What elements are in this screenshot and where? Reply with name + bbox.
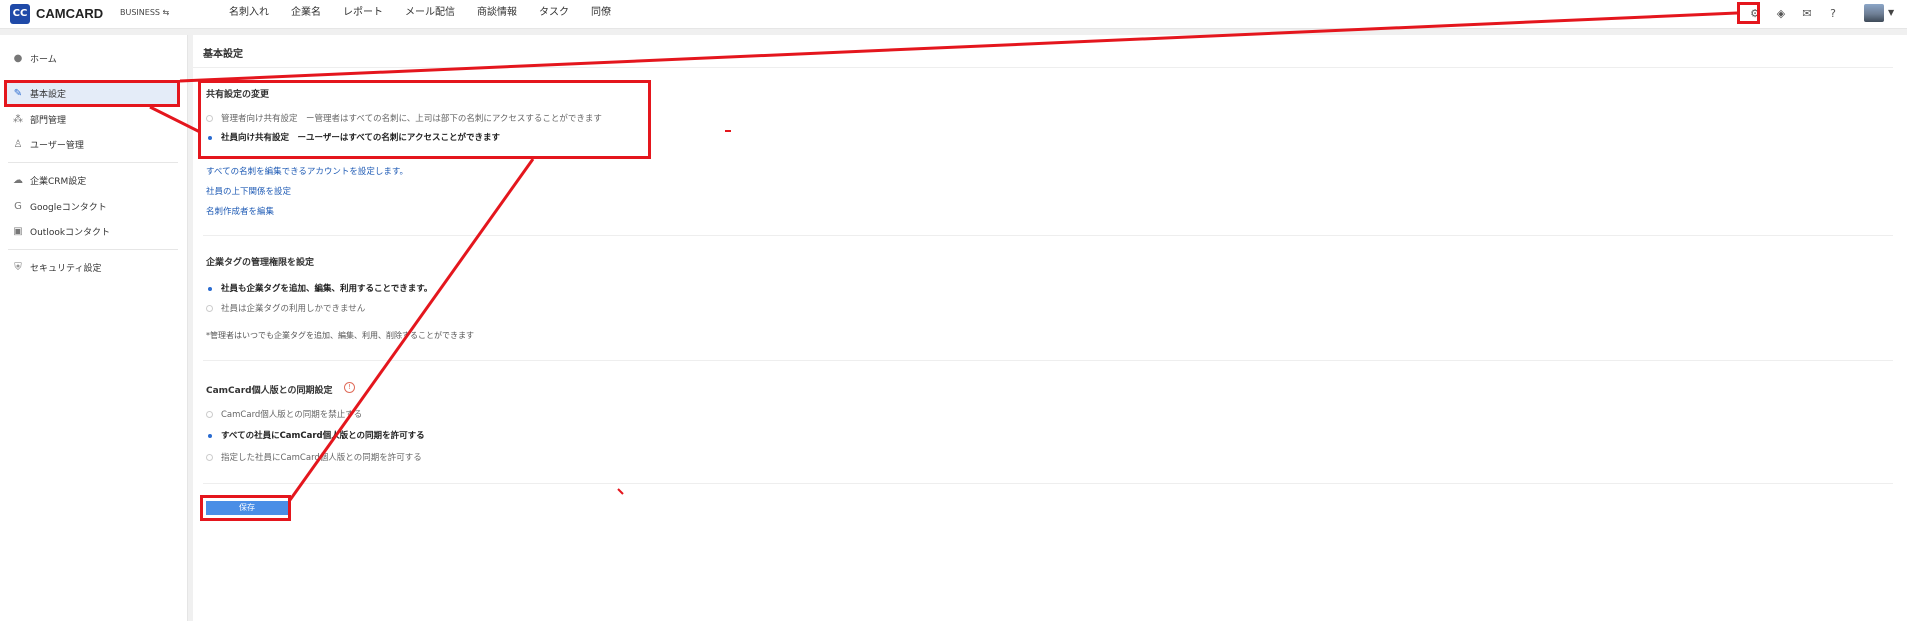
- nav-reports[interactable]: レポート: [332, 0, 394, 28]
- page-title: 基本設定: [203, 49, 243, 60]
- sidebar: ● ホーム ✎ 基本設定 ⁂ 部門管理 ♙ ユーザー管理 ☁ 企業CRM設定 G…: [0, 35, 188, 621]
- radio-sync-some[interactable]: 指定した社員にCamCard個人版との同期を許可する: [206, 451, 422, 463]
- radio-button[interactable]: [206, 453, 213, 461]
- wrench-icon: ✎: [13, 87, 23, 99]
- sidebar-item-label: 企業CRM設定: [30, 176, 87, 187]
- sidebar-item-security[interactable]: ⛨ セキュリティ設定: [0, 256, 187, 278]
- sidebar-item-home[interactable]: ● ホーム: [0, 47, 187, 69]
- main-nav: 名刺入れ 企業名 レポート メール配信 商談情報 タスク 同僚: [218, 0, 622, 28]
- user-avatar[interactable]: [1864, 4, 1884, 22]
- tags-note: *管理者はいつでも企業タグを追加、編集、利用、削除することができます: [206, 331, 474, 340]
- sidebar-divider: [8, 162, 178, 163]
- radio-label: 社員向け共有設定 ーユーザーはすべての名刺にアクセスことができます: [221, 133, 500, 143]
- info-icon[interactable]: !: [344, 382, 355, 393]
- sidebar-item-outlook[interactable]: ▣ Outlookコンタクト: [0, 220, 187, 242]
- radio-button[interactable]: [206, 284, 213, 292]
- google-icon: G: [14, 200, 22, 212]
- sync-section-title: CamCard個人版との同期設定: [206, 386, 333, 396]
- divider: [203, 235, 1893, 236]
- sidebar-divider: [8, 249, 178, 250]
- main-panel: 基本設定 共有設定の変更 管理者向け共有設定 ー管理者はすべての名刺に、上司は部…: [193, 35, 1907, 621]
- sidebar-item-basic-settings[interactable]: ✎ 基本設定: [4, 82, 180, 104]
- app-name[interactable]: CAMCARD: [36, 6, 103, 21]
- radio-button[interactable]: [206, 304, 213, 312]
- shield-icon: ⛨: [14, 261, 22, 273]
- sidebar-item-label: Outlookコンタクト: [30, 227, 111, 238]
- edition-switch[interactable]: BUSINESS ⇆: [120, 8, 169, 17]
- camcard-logo-icon[interactable]: CC: [10, 4, 30, 24]
- nav-cards[interactable]: 名刺入れ: [218, 0, 280, 28]
- user-icon: ♙: [13, 138, 23, 150]
- top-bar: CC CAMCARD BUSINESS ⇆ 名刺入れ 企業名 レポート メール配…: [0, 0, 1907, 29]
- sidebar-item-label: 部門管理: [30, 115, 67, 126]
- radio-button[interactable]: [206, 431, 213, 439]
- sidebar-item-users[interactable]: ♙ ユーザー管理: [0, 133, 187, 155]
- nav-tasks[interactable]: タスク: [528, 0, 580, 28]
- link-hierarchy[interactable]: 社員の上下関係を設定: [206, 185, 291, 197]
- sidebar-item-google[interactable]: G Googleコンタクト: [0, 195, 187, 217]
- chevron-down-icon[interactable]: ▼: [1888, 8, 1894, 17]
- link-card-creator[interactable]: 名刺作成者を編集: [206, 205, 274, 217]
- sidebar-item-label: セキュリティ設定: [30, 263, 102, 274]
- sidebar-item-label: ユーザー管理: [30, 140, 84, 151]
- nav-companies[interactable]: 企業名: [280, 0, 332, 28]
- cloud-icon: ☁: [13, 174, 23, 186]
- nav-colleagues[interactable]: 同僚: [580, 0, 622, 28]
- help-icon[interactable]: ?: [1825, 5, 1841, 21]
- radio-label: 社員も企業タグを追加、編集、利用することできます。: [221, 284, 433, 294]
- sidebar-item-departments[interactable]: ⁂ 部門管理: [0, 108, 187, 130]
- radio-employee-sharing[interactable]: 社員向け共有設定 ーユーザーはすべての名刺にアクセスことができます: [206, 131, 500, 143]
- sidebar-item-label: ホーム: [30, 54, 57, 65]
- outlook-icon: ▣: [13, 225, 23, 237]
- radio-button[interactable]: [206, 114, 213, 122]
- radio-label: 指定した社員にCamCard個人版との同期を許可する: [221, 453, 422, 463]
- settings-gear-icon[interactable]: ⚙: [1747, 5, 1763, 21]
- radio-button[interactable]: [206, 410, 213, 418]
- radio-label: 社員は企業タグの利用しかできません: [221, 304, 366, 314]
- nav-deals[interactable]: 商談情報: [466, 0, 528, 28]
- radio-label: CamCard個人版との同期を禁止する: [221, 410, 363, 420]
- radio-tags-deny[interactable]: 社員は企業タグの利用しかできません: [206, 302, 365, 314]
- radio-label: 管理者向け共有設定 ー管理者はすべての名刺に、上司は部下の名刺にアクセスすること…: [221, 114, 602, 124]
- tags-section-title: 企業タグの管理権限を設定: [206, 258, 315, 268]
- radio-button[interactable]: [206, 133, 213, 141]
- divider: [203, 483, 1893, 484]
- radio-sync-forbid[interactable]: CamCard個人版との同期を禁止する: [206, 408, 362, 420]
- divider: [203, 360, 1893, 361]
- info-icon: ●: [13, 52, 23, 64]
- layers-icon[interactable]: ◈: [1773, 5, 1789, 21]
- divider: [193, 67, 1893, 68]
- notification-icon[interactable]: ✉: [1799, 5, 1815, 21]
- radio-admin-sharing[interactable]: 管理者向け共有設定 ー管理者はすべての名刺に、上司は部下の名刺にアクセスすること…: [206, 112, 602, 124]
- radio-sync-all[interactable]: すべての社員にCamCard個人版との同期を許可する: [206, 429, 425, 441]
- sidebar-item-label: 基本設定: [30, 89, 67, 100]
- link-edit-accounts[interactable]: すべての名刺を編集できるアカウントを設定します。: [206, 165, 408, 177]
- sharing-section-title: 共有設定の変更: [206, 90, 270, 100]
- nav-email[interactable]: メール配信: [394, 0, 466, 28]
- sidebar-item-crm[interactable]: ☁ 企業CRM設定: [0, 169, 187, 191]
- sidebar-item-label: Googleコンタクト: [30, 202, 107, 213]
- org-chart-icon: ⁂: [13, 113, 23, 125]
- radio-label: すべての社員にCamCard個人版との同期を許可する: [221, 431, 425, 441]
- radio-tags-allow[interactable]: 社員も企業タグを追加、編集、利用することできます。: [206, 282, 432, 294]
- save-button[interactable]: 保存: [206, 501, 288, 515]
